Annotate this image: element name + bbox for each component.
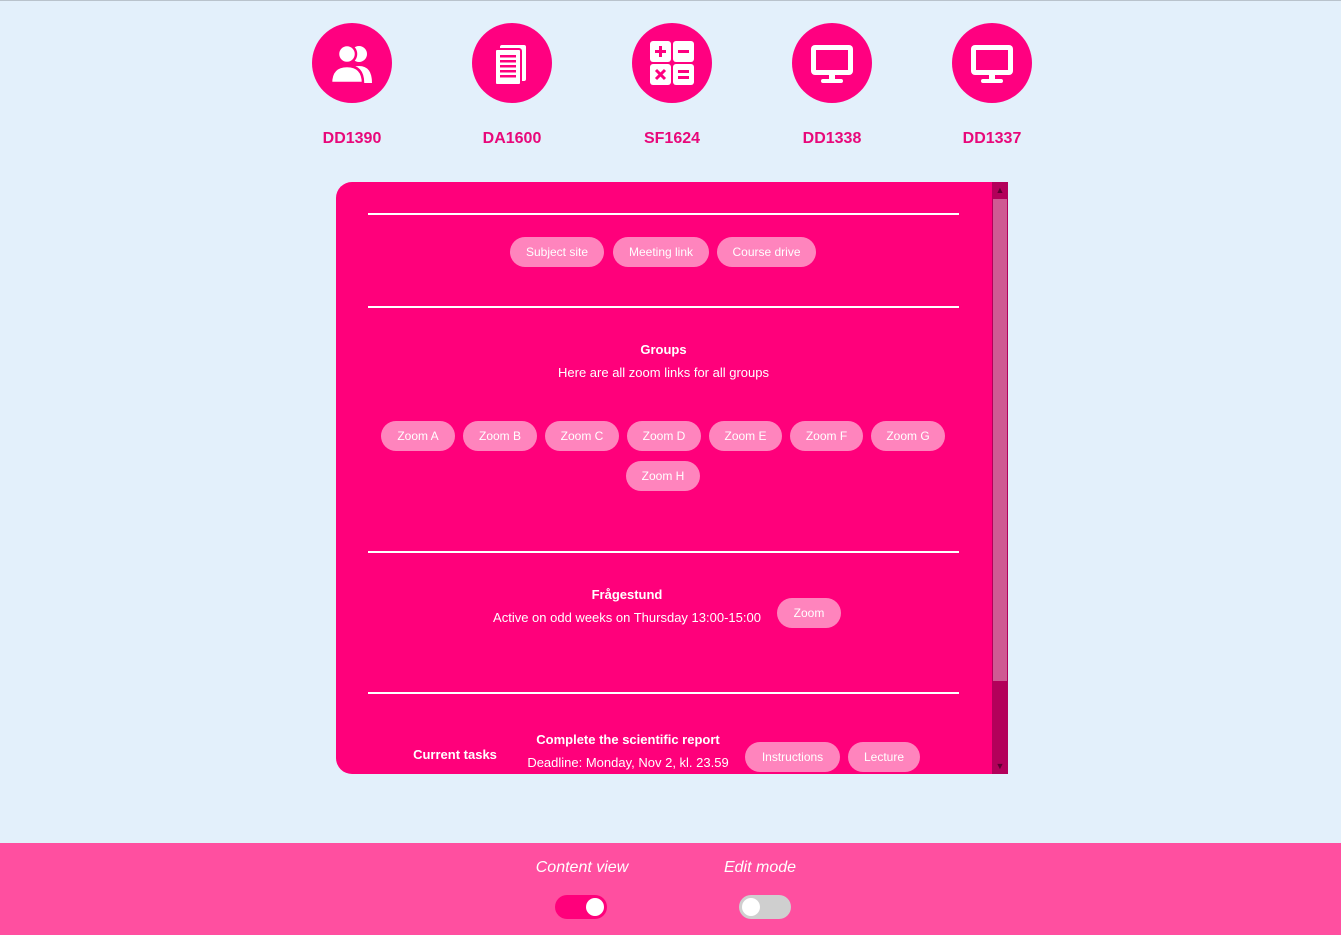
zoom-h-button[interactable]: Zoom H bbox=[626, 461, 700, 491]
course-da1600[interactable]: DA1600 bbox=[462, 23, 562, 148]
instructions-button[interactable]: Instructions bbox=[745, 742, 840, 772]
zoom-d-button[interactable]: Zoom D bbox=[627, 421, 701, 451]
course-code: DA1600 bbox=[482, 130, 542, 147]
meeting-link-button[interactable]: Meeting link bbox=[613, 237, 709, 267]
content-view-label: Content view bbox=[535, 859, 629, 876]
zoom-g-button[interactable]: Zoom G bbox=[871, 421, 945, 451]
current-tasks-label: Current tasks bbox=[413, 747, 497, 762]
course-dd1390[interactable]: DD1390 bbox=[302, 23, 402, 148]
task-deadline: Deadline: Monday, Nov 2, kl. 23.59 bbox=[527, 755, 729, 770]
subject-site-button[interactable]: Subject site bbox=[510, 237, 604, 267]
edit-mode-label: Edit mode bbox=[723, 859, 797, 876]
course-dd1338[interactable]: DD1338 bbox=[782, 23, 882, 148]
lecture-button[interactable]: Lecture bbox=[848, 742, 920, 772]
course-sf1624[interactable]: SF1624 bbox=[622, 23, 722, 148]
course-dd1337[interactable]: DD1337 bbox=[942, 23, 1042, 148]
zoom-b-button[interactable]: Zoom B bbox=[463, 421, 537, 451]
zoom-f-button[interactable]: Zoom F bbox=[790, 421, 863, 451]
course-content-panel: Subject site Meeting link Course drive G… bbox=[336, 182, 1008, 774]
zoom-a-button[interactable]: Zoom A bbox=[381, 421, 455, 451]
monitor-icon[interactable] bbox=[792, 23, 872, 103]
divider bbox=[368, 306, 959, 308]
course-code: DD1338 bbox=[802, 130, 862, 147]
zoom-e-button[interactable]: Zoom E bbox=[709, 421, 782, 451]
divider bbox=[368, 692, 959, 694]
toggle-knob bbox=[742, 898, 760, 916]
course-list: DD1390 DA1600 SF1624 DD1338 DD1337 bbox=[0, 23, 1341, 163]
toggle-knob bbox=[586, 898, 604, 916]
scrollbar-thumb[interactable] bbox=[993, 199, 1007, 681]
content-view-toggle[interactable] bbox=[555, 895, 607, 919]
task-title: Complete the scientific report bbox=[536, 732, 720, 747]
course-code: DD1337 bbox=[962, 130, 1022, 147]
divider bbox=[368, 213, 959, 215]
documents-icon[interactable] bbox=[472, 23, 552, 103]
fragestund-zoom-button[interactable]: Zoom bbox=[777, 598, 841, 628]
course-code: DD1390 bbox=[322, 130, 382, 147]
divider bbox=[368, 551, 959, 553]
groups-title: Groups bbox=[640, 342, 687, 357]
calculator-icon[interactable] bbox=[632, 23, 712, 103]
scroll-down-icon[interactable]: ▼ bbox=[992, 759, 1008, 773]
edit-mode-toggle[interactable] bbox=[739, 895, 791, 919]
course-drive-button[interactable]: Course drive bbox=[717, 237, 816, 267]
users-icon[interactable] bbox=[312, 23, 392, 103]
course-code: SF1624 bbox=[643, 130, 701, 147]
scroll-up-icon[interactable]: ▲ bbox=[992, 183, 1008, 197]
monitor-icon[interactable] bbox=[952, 23, 1032, 103]
zoom-c-button[interactable]: Zoom C bbox=[545, 421, 619, 451]
footer-bar: Content view Edit mode bbox=[0, 843, 1341, 935]
fragestund-title: Frågestund bbox=[591, 587, 663, 602]
groups-description: Here are all zoom links for all groups bbox=[558, 365, 769, 380]
fragestund-description: Active on odd weeks on Thursday 13:00-15… bbox=[493, 610, 761, 625]
scrollbar[interactable]: ▲ ▼ bbox=[992, 182, 1008, 774]
